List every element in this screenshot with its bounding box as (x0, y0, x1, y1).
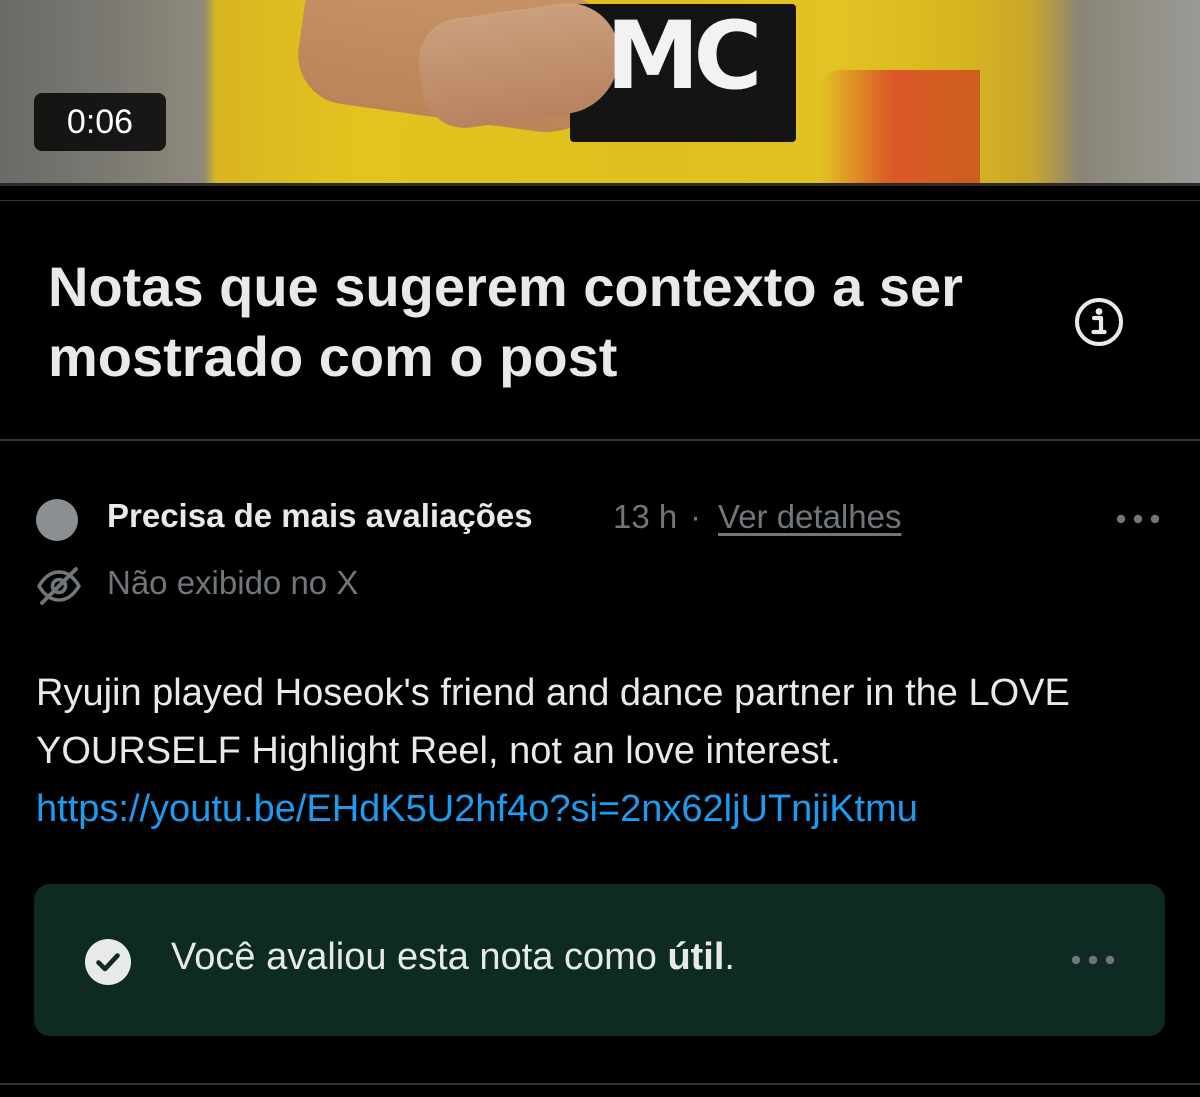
note-source-link[interactable]: https://youtu.be/EHdK5U2hf4o?si=2nx62ljU… (36, 788, 918, 830)
note-timestamp: 13 h (613, 498, 678, 535)
visibility-status-text: Não exibido no X (107, 564, 359, 601)
rating-message-suffix: . (724, 936, 735, 978)
page: MC 0:06 Notas que sugerem contexto a ser… (0, 0, 1200, 1097)
video-frame-detail (820, 70, 980, 186)
eye-off-icon (37, 567, 81, 605)
note-status-label: Precisa de mais avaliações (107, 497, 533, 534)
note-body-text: Ryujin played Hoseok's friend and dance … (36, 672, 1070, 772)
status-dot-icon (36, 499, 78, 541)
info-circle-icon[interactable] (1073, 296, 1125, 348)
bottom-divider (0, 1083, 1200, 1085)
note-body: Ryujin played Hoseok's friend and dance … (36, 664, 1166, 838)
rating-more-icon[interactable] (1068, 950, 1118, 970)
video-patch-text: MC (606, 2, 763, 111)
view-details-link[interactable]: Ver detalhes (718, 498, 901, 536)
rating-value: útil (667, 936, 725, 978)
video-bottom-edge (0, 183, 1200, 186)
card-top-border (0, 200, 1200, 201)
rating-message: Você avaliou esta nota como útil. (171, 936, 735, 979)
rating-message-prefix: Você avaliou esta nota como (171, 936, 668, 978)
video-thumbnail[interactable]: MC 0:06 (0, 0, 1200, 186)
more-horizontal-icon[interactable] (1113, 509, 1163, 529)
page-title: Notas que sugerem contexto a ser mostrad… (48, 255, 963, 388)
section-divider (0, 439, 1200, 441)
video-duration-badge: 0:06 (34, 93, 166, 151)
meta-separator: · (690, 498, 701, 535)
check-circle-icon (85, 939, 131, 985)
